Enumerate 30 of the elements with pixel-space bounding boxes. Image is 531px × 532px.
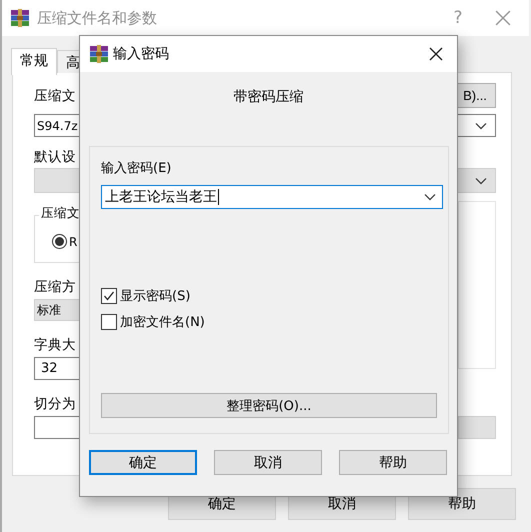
dialog-button[interactable]: 确定 xyxy=(89,450,197,475)
field-label: 字典大 xyxy=(34,336,76,355)
radio-button[interactable] xyxy=(52,234,67,249)
book-stack-icon xyxy=(10,8,30,28)
dialog-title: 输入密码 xyxy=(113,45,170,63)
field-label: 压缩文 xyxy=(34,86,76,106)
field-label: 输入密码(E) xyxy=(101,160,172,178)
field-label: 切分为 xyxy=(34,395,76,414)
checkbox[interactable] xyxy=(101,314,117,330)
combo-value: 标准 xyxy=(37,302,61,318)
field-label: 压缩方 xyxy=(34,278,76,297)
dialog-button[interactable]: 帮助 xyxy=(339,450,447,475)
tab[interactable]: 常规 xyxy=(11,48,57,75)
field-label: 默认设 xyxy=(34,148,76,167)
window-title: 压缩文件名和参数 xyxy=(37,8,158,28)
dialog-heading: 带密码压缩 xyxy=(234,88,304,107)
checkbox[interactable] xyxy=(101,288,117,304)
chevron-down-icon xyxy=(424,193,436,201)
combo-value: S94.7z xyxy=(37,118,78,132)
password-field[interactable]: 上老王论坛当老王 xyxy=(101,185,443,209)
chevron-down-icon xyxy=(475,122,487,130)
dialog-button[interactable]: 取消 xyxy=(214,450,322,475)
checkbox-label: 加密文件名(N) xyxy=(120,314,205,331)
organize-passwords-button[interactable]: 整理密码(O)... xyxy=(101,393,437,418)
radio-label: R xyxy=(69,234,78,248)
book-stack-icon xyxy=(89,44,109,64)
close-icon[interactable] xyxy=(429,47,443,61)
group-label: 压缩文 xyxy=(39,205,82,222)
checkbox-label: 显示密码(S) xyxy=(120,288,190,305)
chevron-down-icon xyxy=(475,176,487,184)
